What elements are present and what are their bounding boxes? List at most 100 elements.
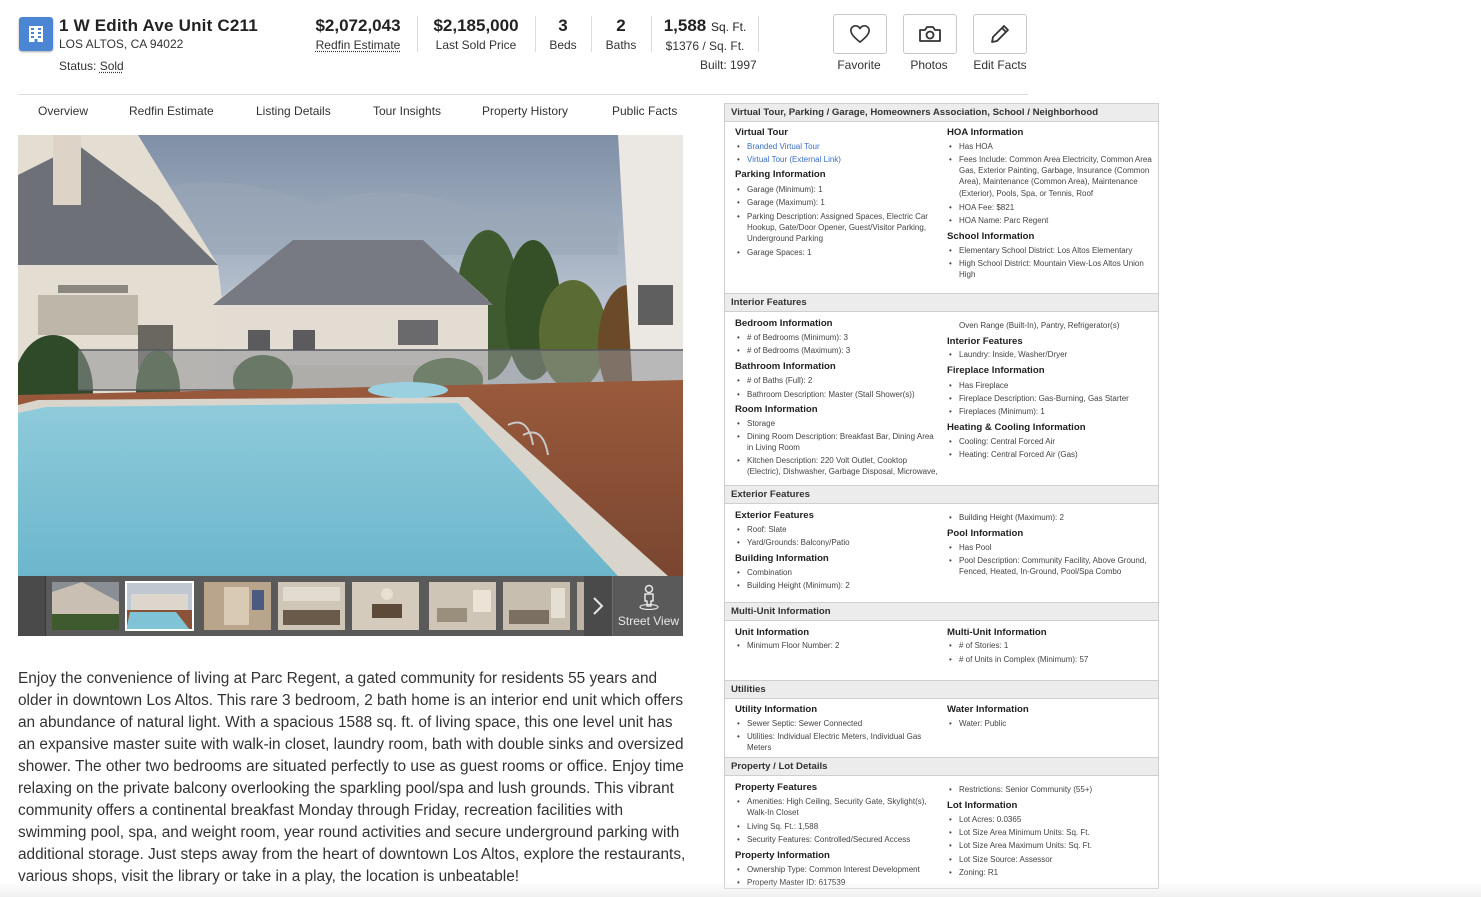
thumbnail-kitchen[interactable] xyxy=(278,582,345,630)
list-item: Minimum Floor Number: 2 xyxy=(737,640,947,651)
photos-button[interactable] xyxy=(903,14,957,54)
subheading-bedroom: Bedroom Information xyxy=(735,318,833,329)
stat-baths: 2 Baths xyxy=(602,15,640,53)
favorite-label[interactable]: Favorite xyxy=(819,58,899,72)
list-item: Parking Description: Assigned Spaces, El… xyxy=(737,211,939,245)
heart-icon xyxy=(850,25,870,43)
thumbnail-dining[interactable] xyxy=(352,582,419,630)
section-header-property-lot: Property / Lot Details xyxy=(725,757,1158,776)
divider xyxy=(417,16,418,52)
stat-label[interactable]: Redfin Estimate xyxy=(312,37,404,53)
building-icon xyxy=(19,17,53,51)
section-header-virtual-tour: Virtual Tour, Parking / Garage, Homeowne… xyxy=(725,104,1158,122)
list-item: Zoning: R1 xyxy=(949,867,1158,878)
year-built: Built: 1997 xyxy=(700,58,757,72)
listing-details-panel: Virtual Tour, Parking / Garage, Homeowne… xyxy=(724,103,1159,889)
stat-label: Baths xyxy=(605,38,637,52)
street-view-label: Street View xyxy=(617,614,680,628)
list-item: HOA Fee: $821 xyxy=(949,202,1158,213)
stat-value: 1,588 Sq. Ft. xyxy=(660,15,750,38)
section-header-interior: Interior Features xyxy=(725,293,1158,312)
tab-tour-insights[interactable]: Tour Insights xyxy=(373,104,441,118)
chevron-right-icon xyxy=(593,597,604,615)
tab-redfin-estimate[interactable]: Redfin Estimate xyxy=(129,104,214,118)
edit-facts-label[interactable]: Edit Facts xyxy=(960,58,1040,72)
list-item: Heating: Central Forced Air (Gas) xyxy=(949,449,1158,460)
thumbnail-exterior[interactable] xyxy=(52,582,119,630)
list-item: Yard/Grounds: Balcony/Patio xyxy=(737,537,947,548)
subheading-property-features: Property Features xyxy=(735,782,818,793)
section-header-multi-unit: Multi-Unit Information xyxy=(725,602,1158,621)
bottom-fade xyxy=(0,882,1481,897)
list-item: Dining Room Description: Breakfast Bar, … xyxy=(737,431,939,453)
stat-redfin-estimate: $2,072,043 Redfin Estimate xyxy=(312,15,404,53)
subheading-water: Water Information xyxy=(947,704,1029,715)
street-view-button[interactable]: Street View xyxy=(612,576,683,636)
stat-beds: 3 Beds xyxy=(545,15,581,53)
list-item: Kitchen Description: 220 Volt Outlet, Co… xyxy=(737,455,943,477)
list-item: Garage (Maximum): 1 xyxy=(737,197,947,208)
edit-facts-button[interactable] xyxy=(973,14,1027,54)
list-item: # of Bedrooms (Minimum): 3 xyxy=(737,332,947,343)
subheading-utility: Utility Information xyxy=(735,704,818,715)
list-item: Roof: Slate xyxy=(737,524,947,535)
status-value[interactable]: Sold xyxy=(100,59,124,73)
stat-value: 3 xyxy=(558,16,568,35)
header-divider xyxy=(18,94,1028,95)
tab-overview[interactable]: Overview xyxy=(38,104,88,118)
list-item: Amenities: High Ceiling, Security Gate, … xyxy=(737,796,933,818)
list-item: Building Height (Maximum): 2 xyxy=(949,512,1158,523)
list-item: # of Bedrooms (Maximum): 3 xyxy=(737,345,947,356)
external-virtual-tour-link[interactable]: Virtual Tour (External Link) xyxy=(737,154,947,165)
sqft-value: 1,588 xyxy=(663,16,707,35)
divider xyxy=(651,16,652,52)
subheading-multi-unit: Multi-Unit Information xyxy=(947,627,1047,638)
tab-property-history[interactable]: Property History xyxy=(482,104,568,118)
list-item: # of Stories: 1 xyxy=(949,640,1158,651)
list-item: Garage (Minimum): 1 xyxy=(737,184,947,195)
list-item: Restrictions: Senior Community (55+) xyxy=(949,784,1158,795)
address-line-1: 1 W Edith Ave Unit C211 xyxy=(59,16,258,35)
list-item: Lot Size Area Minimum Units: Sq. Ft. xyxy=(949,827,1158,838)
thumbnail-living[interactable] xyxy=(429,582,496,630)
stat-sqft: 1,588 Sq. Ft. $1376 / Sq. Ft. xyxy=(660,15,750,54)
list-item: Lot Size Source: Assessor xyxy=(949,854,1158,865)
subheading-interior: Interior Features xyxy=(947,336,1023,347)
list-item: Combination xyxy=(737,567,947,578)
photo-filmstrip: Street View xyxy=(18,576,683,636)
subheading-virtual-tour: Virtual Tour xyxy=(735,127,788,138)
list-item: Has Pool xyxy=(949,542,1158,553)
list-item: Storage xyxy=(737,418,947,429)
address-line-2: LOS ALTOS, CA 94022 xyxy=(59,37,184,51)
main-photo[interactable] xyxy=(18,135,683,576)
favorite-button[interactable] xyxy=(833,14,887,54)
divider xyxy=(758,16,759,52)
thumbnail-pool[interactable] xyxy=(125,581,194,631)
stat-value: $2,072,043 xyxy=(315,16,401,35)
pencil-icon xyxy=(991,25,1009,43)
list-item: High School District: Mountain View-Los … xyxy=(949,258,1155,280)
branded-virtual-tour-link[interactable]: Branded Virtual Tour xyxy=(737,141,947,152)
list-item: Fireplaces (Minimum): 1 xyxy=(949,406,1158,417)
section-header-utilities: Utilities xyxy=(725,680,1158,699)
subheading-room: Room Information xyxy=(735,404,818,415)
subheading-unit: Unit Information xyxy=(735,627,810,638)
list-item: Water: Public xyxy=(949,718,1158,729)
subheading-hoa: HOA Information xyxy=(947,127,1024,138)
photos-label[interactable]: Photos xyxy=(889,58,969,72)
subheading-school: School Information xyxy=(947,231,1035,242)
thumbnail-partial[interactable] xyxy=(577,582,584,630)
stat-last-sold-price: $2,185,000 Last Sold Price xyxy=(430,15,522,53)
section-header-exterior: Exterior Features xyxy=(725,485,1158,504)
thumbnail-family-room[interactable] xyxy=(503,582,570,630)
list-item: Ownership Type: Common Interest Developm… xyxy=(737,864,947,875)
list-item: Living Sq. Ft.: 1,588 xyxy=(737,821,947,832)
tab-listing-details[interactable]: Listing Details xyxy=(256,104,331,118)
thumbnail-hallway[interactable] xyxy=(204,582,271,630)
list-item: # of Units in Complex (Minimum): 57 xyxy=(949,654,1158,665)
stat-value: $2,185,000 xyxy=(433,16,519,35)
next-photo-button[interactable] xyxy=(584,576,612,636)
list-item: Laundry: Inside, Washer/Dryer xyxy=(949,349,1158,360)
filmstrip-prev-area xyxy=(18,576,46,636)
tab-public-facts[interactable]: Public Facts xyxy=(612,104,677,118)
